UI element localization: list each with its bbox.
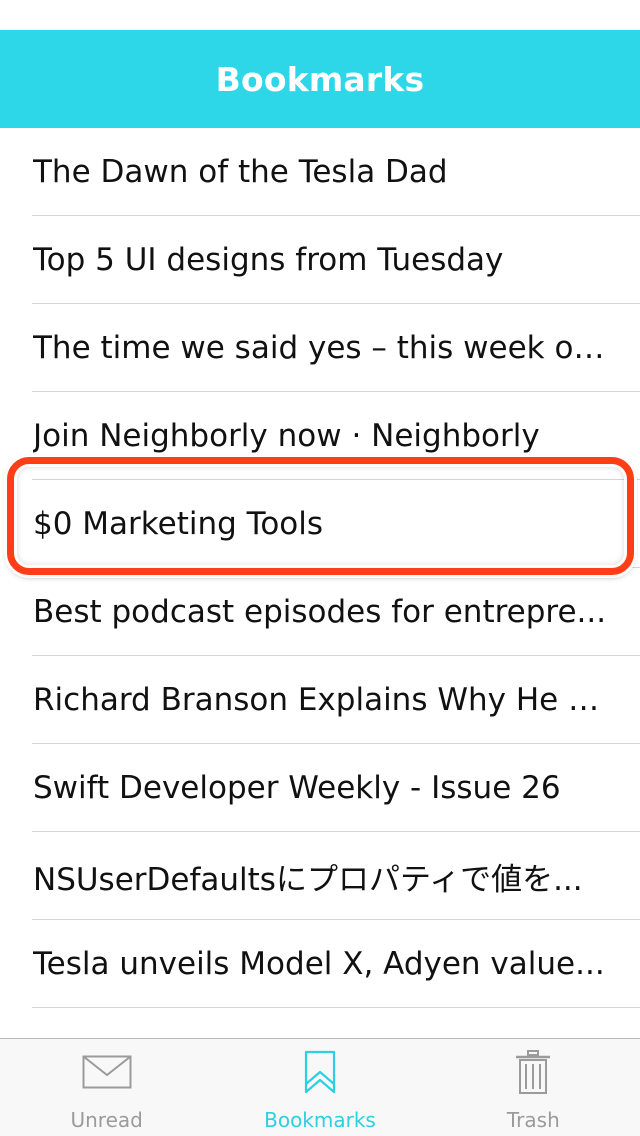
list-item-title: Join Neighborly now · Neighborly [33,418,540,454]
list-item[interactable]: The time we said yes – this week on... [0,304,640,392]
list-item-title: Tesla unveils Model X, Adyen value... [33,946,605,982]
list-item[interactable]: The Dawn of the Tesla Dad [0,128,640,216]
bookmark-icon [290,1044,350,1100]
list-item[interactable]: Best podcast episodes for entrepre... [0,568,640,656]
list-item[interactable]: Richard Branson Explains Why He C... [0,656,640,744]
list-item-title: Best podcast episodes for entrepre... [33,594,607,630]
status-bar [0,0,640,30]
list-item[interactable]: Swift Developer Weekly - Issue 26 [0,744,640,832]
page-title: Bookmarks [215,59,425,99]
list-item-highlighted[interactable]: $0 Marketing Tools [0,480,640,568]
list-item-title: Swift Developer Weekly - Issue 26 [33,770,561,806]
list-item-title: NSUserDefaultsにプロパティで値を... [33,861,583,898]
list-item-title: Top 5 UI designs from Tuesday [33,242,504,278]
list-item-title: $0 Marketing Tools [33,506,324,542]
bookmark-list: The Dawn of the Tesla Dad Top 5 UI desig… [0,128,640,1008]
list-item-title: The time we said yes – this week on... [33,330,610,366]
tab-label: Trash [506,1108,560,1132]
app-screen: Bookmarks The Dawn of the Tesla Dad Top … [0,0,640,1136]
list-item[interactable]: Join Neighborly now · Neighborly [0,392,640,480]
list-item-title: Richard Branson Explains Why He C... [33,682,610,718]
list-item[interactable]: Top 5 UI designs from Tuesday [0,216,640,304]
navigation-bar: Bookmarks [0,30,640,128]
tab-label: Unread [70,1108,143,1132]
tab-trash[interactable]: Trash [427,1039,640,1136]
list-item[interactable]: Tesla unveils Model X, Adyen value... [0,920,640,1008]
list-item-title: The Dawn of the Tesla Dad [33,154,448,190]
tab-bookmarks[interactable]: Bookmarks [213,1039,426,1136]
trash-icon [503,1044,563,1100]
tab-bar: Unread Bookmarks Trash [0,1038,640,1136]
tab-label: Bookmarks [264,1108,376,1132]
tab-unread[interactable]: Unread [0,1039,213,1136]
envelope-icon [77,1044,137,1100]
list-item[interactable]: NSUserDefaultsにプロパティで値を... [0,832,640,920]
